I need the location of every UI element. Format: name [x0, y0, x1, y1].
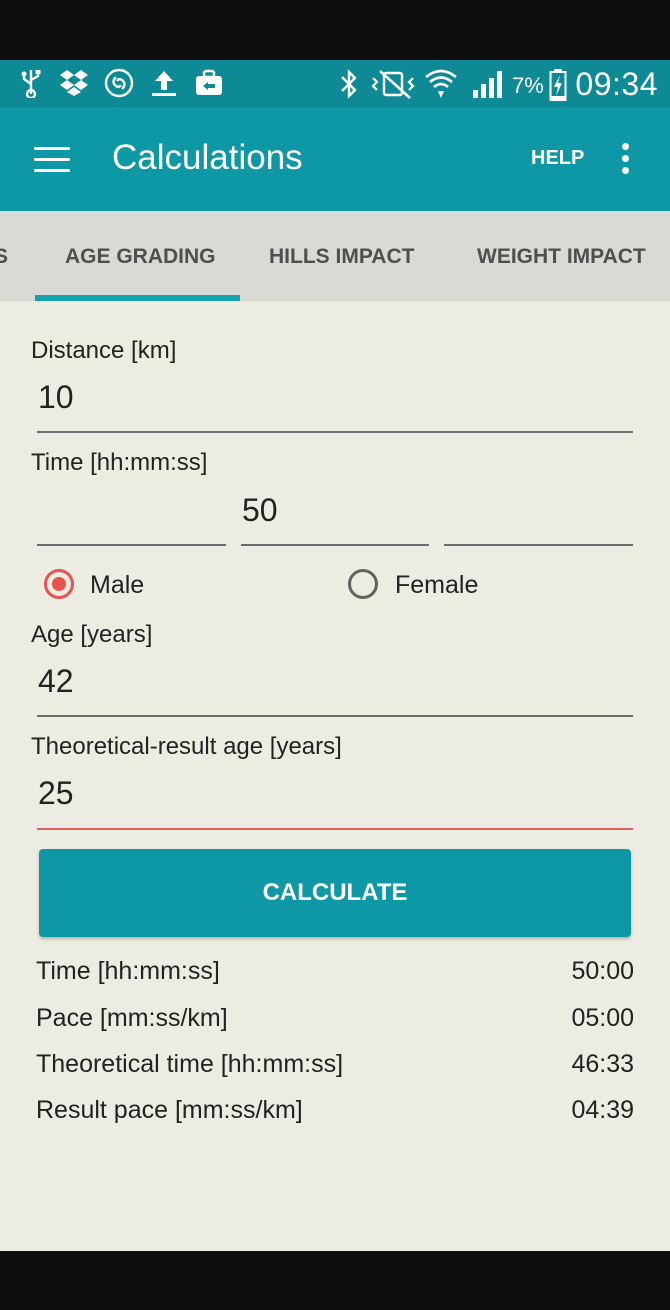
- usb-icon: [21, 70, 41, 98]
- time-seconds-underline: [444, 544, 633, 546]
- time-minutes-underline: [241, 544, 429, 546]
- time-minutes-input[interactable]: 50: [242, 492, 278, 529]
- age-label: Age [years]: [31, 621, 153, 648]
- shazam-icon: [104, 68, 134, 98]
- bottom-black-band: [0, 1251, 670, 1310]
- theoretical-age-input[interactable]: 25: [38, 775, 74, 812]
- distance-input[interactable]: 10: [38, 379, 74, 416]
- calculate-button[interactable]: CALCULATE: [39, 849, 631, 937]
- result-label: Pace [mm:ss/km]: [36, 1004, 228, 1032]
- help-button[interactable]: HELP: [531, 147, 584, 170]
- time-label: Time [hh:mm:ss]: [31, 449, 208, 476]
- wifi-icon: [425, 69, 457, 98]
- calculation-form: Distance [km] 10 Time [hh:mm:ss] 50 Male…: [0, 301, 670, 1251]
- time-seconds-input[interactable]: [445, 492, 633, 532]
- result-value: 05:00: [571, 1004, 634, 1032]
- status-bar: 7% 09:34: [0, 60, 670, 107]
- result-value: 04:39: [571, 1096, 634, 1124]
- result-row-result-pace: Result pace [mm:ss/km] 04:39: [36, 1096, 634, 1130]
- result-row-theoretical-time: Theoretical time [hh:mm:ss] 46:33: [36, 1050, 634, 1084]
- result-label: Result pace [mm:ss/km]: [36, 1096, 303, 1124]
- battery-charging-icon: [549, 69, 567, 101]
- tab-bar: S AGE GRADING HILLS IMPACT WEIGHT IMPACT: [0, 211, 670, 301]
- result-row-pace: Pace [mm:ss/km] 05:00: [36, 1004, 634, 1038]
- age-input[interactable]: 42: [38, 663, 74, 700]
- theoretical-age-underline: [37, 828, 633, 830]
- tab-hills-impact[interactable]: HILLS IMPACT: [269, 245, 414, 269]
- time-hours-input[interactable]: [38, 492, 226, 532]
- vibrate-icon: [371, 70, 415, 99]
- page-title: Calculations: [112, 138, 303, 177]
- time-hours-underline: [37, 544, 226, 546]
- tab-weight-impact[interactable]: WEIGHT IMPACT: [477, 245, 646, 269]
- female-radio[interactable]: [348, 569, 378, 599]
- briefcase-icon: [196, 69, 222, 95]
- battery-percent: 7%: [512, 73, 544, 98]
- status-clock: 09:34: [575, 66, 658, 102]
- tab-age-grading[interactable]: AGE GRADING: [65, 245, 216, 269]
- top-black-band: [0, 0, 670, 60]
- result-value: 50:00: [571, 957, 634, 985]
- hamburger-menu-icon[interactable]: [34, 147, 70, 173]
- upload-icon: [152, 71, 176, 96]
- female-radio-label[interactable]: Female: [395, 571, 478, 600]
- overflow-menu-icon[interactable]: [619, 143, 631, 177]
- age-underline: [37, 715, 633, 717]
- signal-icon: [473, 71, 502, 98]
- result-value: 46:33: [571, 1050, 634, 1078]
- theoretical-age-label: Theoretical-result age [years]: [31, 733, 342, 760]
- result-label: Time [hh:mm:ss]: [36, 957, 220, 985]
- bluetooth-icon: [341, 69, 357, 99]
- dropbox-icon: [60, 70, 88, 96]
- tab-partial[interactable]: S: [0, 245, 8, 269]
- distance-label: Distance [km]: [31, 337, 177, 364]
- app-bar: Calculations HELP: [0, 107, 670, 211]
- result-label: Theoretical time [hh:mm:ss]: [36, 1050, 344, 1078]
- result-row-time: Time [hh:mm:ss] 50:00: [36, 957, 634, 991]
- male-radio[interactable]: [44, 569, 74, 599]
- male-radio-label[interactable]: Male: [90, 571, 144, 600]
- distance-underline: [37, 431, 633, 433]
